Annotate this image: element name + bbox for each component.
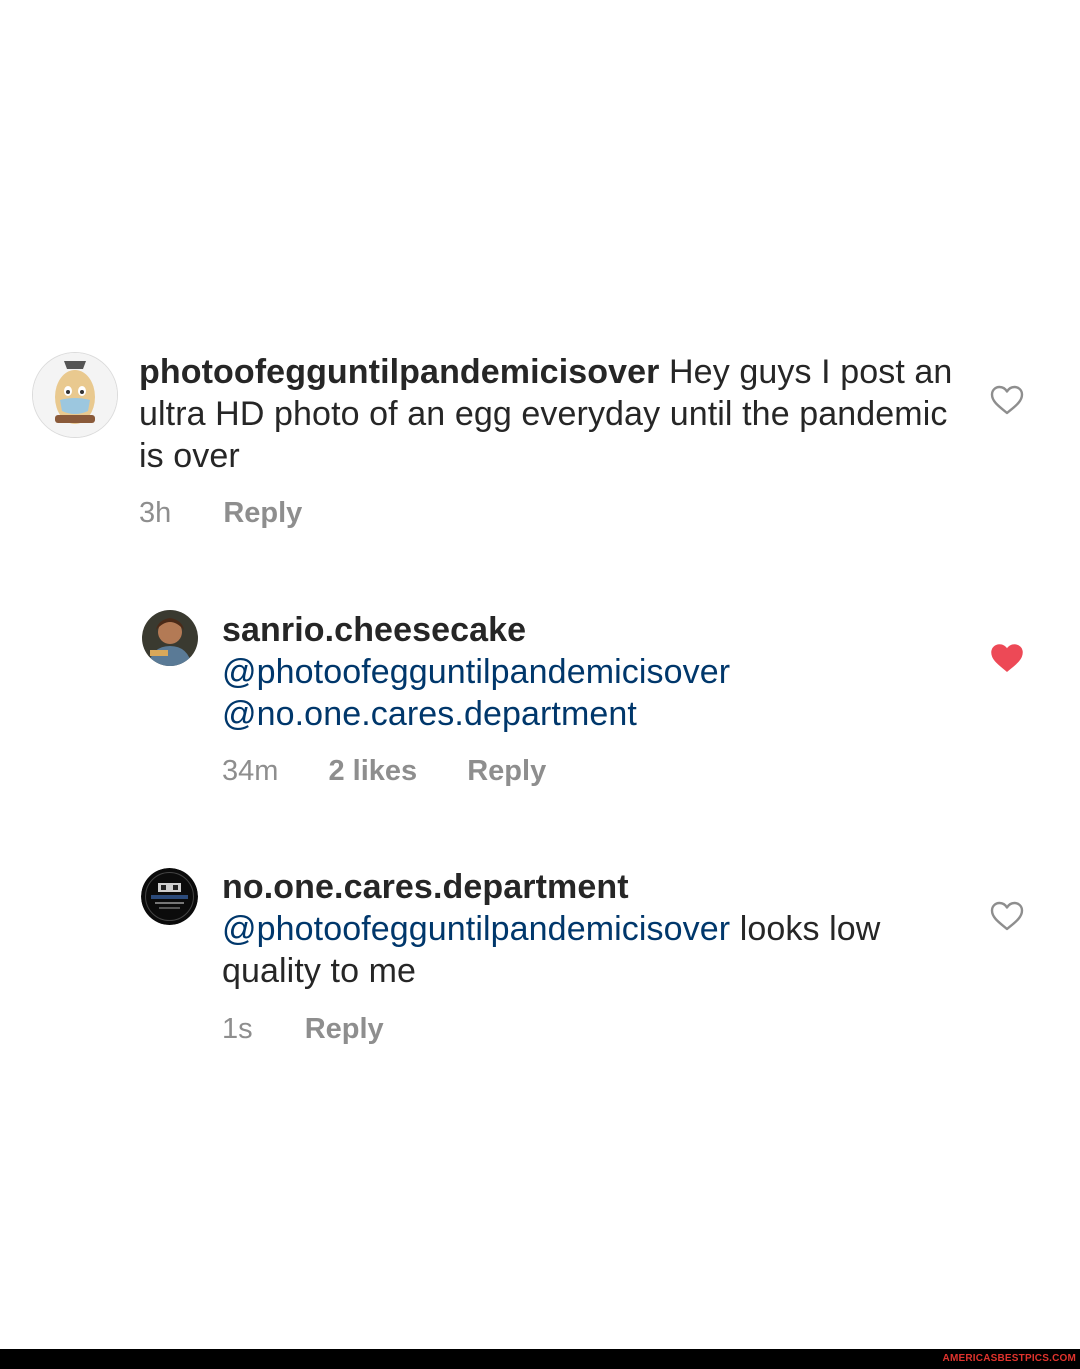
reply-button[interactable]: Reply (305, 1013, 384, 1046)
comment-username[interactable]: photoofegguntilpandemicisover (139, 353, 659, 391)
comment-text: photoofegguntilpandemicisover Hey guys I… (139, 351, 959, 477)
comment-username[interactable]: sanrio.cheesecake (222, 609, 922, 651)
comment-username[interactable]: no.one.cares.department (222, 866, 942, 908)
comment-text: sanrio.cheesecake @photoofegguntilpandem… (222, 609, 922, 735)
egg-avatar-icon (33, 353, 117, 437)
avatar[interactable] (142, 610, 198, 666)
avatar[interactable] (141, 868, 198, 925)
likes-count[interactable]: 2 likes (328, 755, 417, 788)
heart-outline-icon[interactable] (990, 901, 1024, 931)
comment-time: 34m (222, 755, 279, 787)
heart-filled-icon[interactable] (990, 643, 1024, 673)
department-logo-icon (141, 868, 198, 925)
comment-time: 3h (139, 497, 172, 529)
mention-link[interactable]: @photoofegguntilpandemicisover (222, 651, 922, 693)
reply-button[interactable]: Reply (223, 497, 302, 530)
portrait-avatar-icon (142, 610, 198, 666)
comment-time: 1s (222, 1013, 253, 1045)
comment-meta: 34m 2 likes Reply (222, 755, 546, 788)
comment-text: no.one.cares.department @photoofegguntil… (222, 866, 942, 992)
comment-meta: 1s Reply (222, 1013, 384, 1046)
footer-bar (0, 1349, 1080, 1369)
avatar[interactable] (32, 352, 118, 438)
mention-link[interactable]: @photoofegguntilpandemicisover (222, 910, 730, 948)
comments-screen: photoofegguntilpandemicisover Hey guys I… (0, 0, 1080, 1369)
heart-outline-icon[interactable] (990, 385, 1024, 415)
comment-meta: 3h Reply (139, 497, 302, 530)
watermark: AMERICASBESTPICS.COM (942, 1353, 1076, 1364)
reply-button[interactable]: Reply (467, 755, 546, 788)
mention-link[interactable]: @no.one.cares.department (222, 693, 922, 735)
